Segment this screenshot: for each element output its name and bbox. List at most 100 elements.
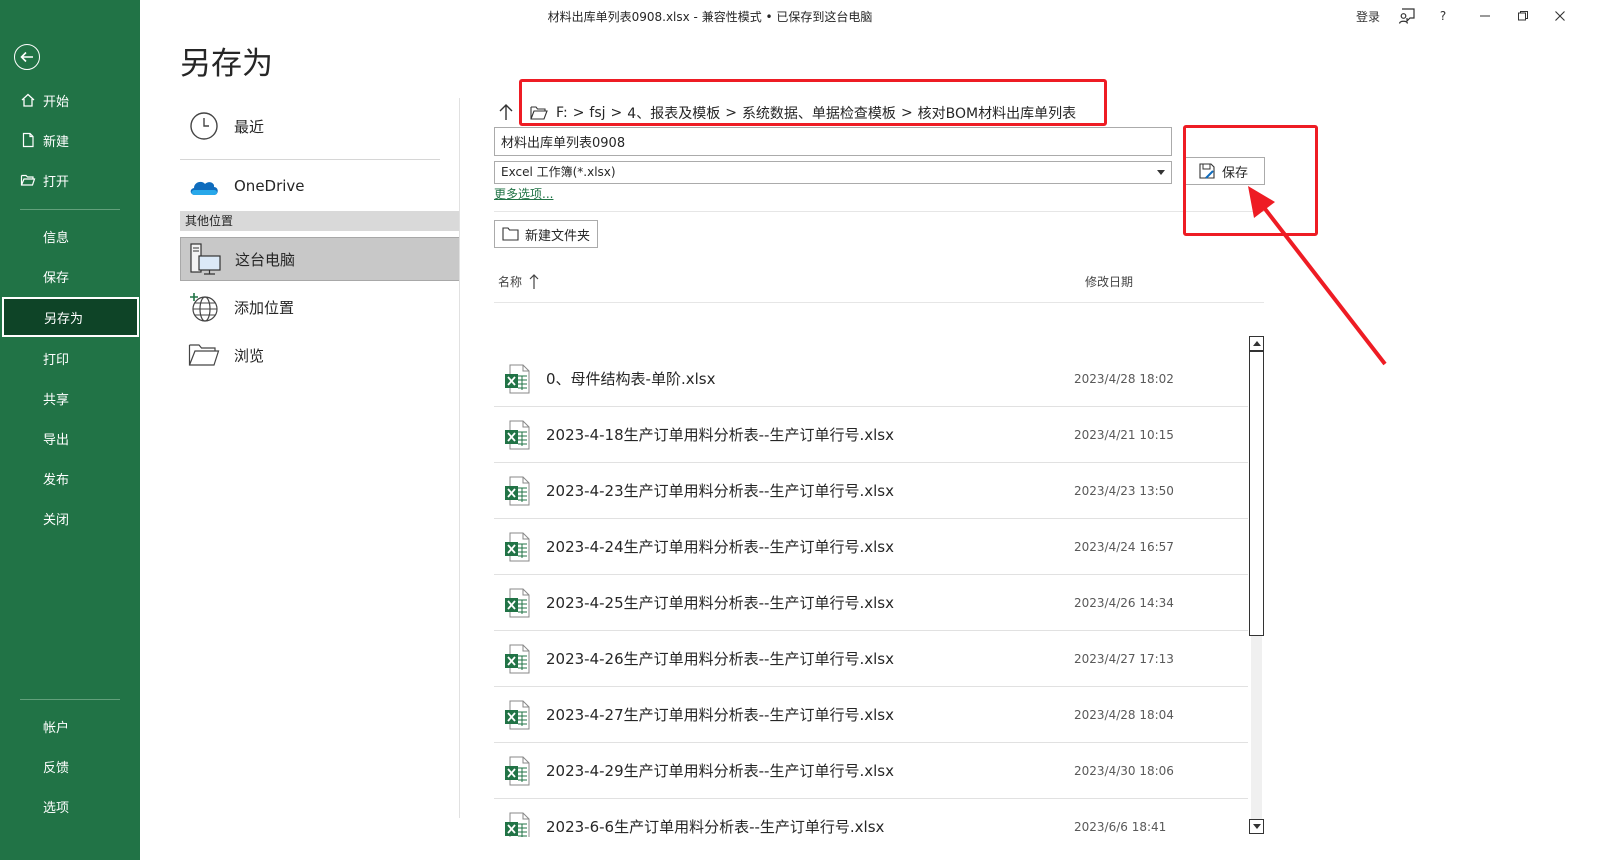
title-bar: 材料出库单列表0908.xlsx - 兼容性模式 • 已保存到这台电脑 登录 ?	[140, 0, 1600, 32]
back-arrow-icon	[20, 51, 33, 63]
nav-item-label: 共享	[43, 392, 70, 408]
cloud-icon	[186, 168, 222, 204]
location-recent[interactable]: 最近	[180, 104, 460, 148]
excel-file-icon	[504, 588, 530, 618]
annotation-box-path	[519, 79, 1107, 126]
file-name: 2023-4-27生产订单用料分析表--生产订单行号.xlsx	[546, 706, 894, 724]
nav-item-label: 开始	[43, 94, 70, 110]
scroll-down-button[interactable]	[1249, 819, 1264, 834]
location-label: 这台电脑	[235, 250, 296, 269]
feedback-button[interactable]	[1394, 6, 1420, 26]
file-date: 2023/4/26 14:34	[1074, 595, 1174, 610]
minimize-button[interactable]	[1475, 6, 1495, 26]
nav-separator	[20, 209, 120, 210]
excel-file-icon	[504, 420, 530, 450]
excel-file-icon	[504, 364, 530, 394]
column-header-name[interactable]: 名称	[498, 273, 539, 290]
filetype-select[interactable]: Excel 工作簿(*.xlsx)	[494, 161, 1172, 184]
excel-file-icon	[504, 812, 530, 837]
annotation-arrow	[1248, 186, 1387, 366]
nav-item-print[interactable]: 打印	[0, 338, 140, 378]
file-date: 2023/4/28 18:02	[1074, 371, 1174, 386]
scroll-thumb[interactable]	[1249, 351, 1264, 636]
nav-item-info[interactable]: 信息	[0, 216, 140, 256]
page-title: 另存为	[180, 46, 273, 82]
new-document-icon	[22, 132, 34, 148]
file-row[interactable]: 2023-4-24生产订单用料分析表--生产订单行号.xlsx 2023/4/24…	[494, 519, 1248, 575]
file-name: 2023-6-6生产订单用料分析表--生产订单行号.xlsx	[546, 818, 885, 836]
file-row[interactable]: 2023-4-27生产订单用料分析表--生产订单行号.xlsx 2023/4/28…	[494, 687, 1248, 743]
nav-item-new[interactable]: 新建	[0, 120, 140, 160]
file-name: 2023-4-26生产订单用料分析表--生产订单行号.xlsx	[546, 650, 894, 668]
file-row[interactable]: 2023-4-25生产订单用料分析表--生产订单行号.xlsx 2023/4/26…	[494, 575, 1248, 631]
new-folder-icon	[502, 227, 519, 241]
location-label: 浏览	[234, 346, 265, 365]
nav-item-export[interactable]: 导出	[0, 418, 140, 458]
file-row[interactable]: 2023-4-29生产订单用料分析表--生产订单行号.xlsx 2023/4/30…	[494, 743, 1248, 799]
file-name: 0、母件结构表-单阶.xlsx	[546, 370, 716, 388]
nav-item-label: 信息	[43, 230, 70, 246]
excel-file-icon	[504, 532, 530, 562]
folder-open-icon	[20, 174, 36, 186]
location-browse[interactable]: 浏览	[180, 333, 460, 377]
file-date: 2023/4/23 13:50	[1074, 483, 1174, 498]
file-row[interactable]: 2023-6-6生产订单用料分析表--生产订单行号.xlsx 2023/6/6 1…	[494, 799, 1248, 837]
nav-item-feedback[interactable]: 反馈	[0, 746, 140, 786]
close-window-button[interactable]	[1550, 6, 1570, 26]
globe-add-icon	[186, 289, 222, 325]
nav-item-close[interactable]: 关闭	[0, 498, 140, 538]
column-header-date[interactable]: 修改日期	[1085, 273, 1133, 290]
file-row[interactable]: 2023-4-26生产订单用料分析表--生产订单行号.xlsx 2023/4/27…	[494, 631, 1248, 687]
file-row[interactable]: 2023-4-23生产订单用料分析表--生产订单行号.xlsx 2023/4/23…	[494, 463, 1248, 519]
scrollbar[interactable]	[1249, 336, 1264, 836]
new-folder-button[interactable]: 新建文件夹	[494, 220, 598, 248]
close-icon	[1555, 11, 1565, 21]
nav-item-account[interactable]: 帐户	[0, 706, 140, 746]
excel-file-icon	[504, 476, 530, 506]
location-label: 添加位置	[234, 298, 295, 317]
nav-item-options[interactable]: 选项	[0, 786, 140, 826]
file-name: 2023-4-25生产订单用料分析表--生产订单行号.xlsx	[546, 594, 894, 612]
file-row[interactable]: 2023-4-18生产订单用料分析表--生产订单行号.xlsx 2023/4/21…	[494, 407, 1248, 463]
file-list: 0、母件结构表-单阶.xlsx 2023/4/28 18:02 2023-4-18生…	[494, 351, 1248, 837]
help-button[interactable]: ?	[1433, 6, 1453, 26]
file-date: 2023/4/24 16:57	[1074, 539, 1174, 554]
nav-item-home[interactable]: 开始	[0, 80, 140, 120]
location-separator	[180, 159, 440, 160]
file-date: 2023/4/30 18:06	[1074, 763, 1174, 778]
excel-file-icon	[504, 756, 530, 786]
more-options-link[interactable]: 更多选项...	[494, 185, 553, 202]
other-locations-header: 其他位置	[180, 211, 460, 231]
nav-item-share[interactable]: 共享	[0, 378, 140, 418]
pane-divider	[459, 98, 460, 818]
location-onedrive[interactable]: OneDrive	[180, 164, 460, 208]
nav-item-open[interactable]: 打开	[0, 160, 140, 200]
feedback-person-icon	[1398, 8, 1415, 24]
back-button[interactable]	[14, 44, 40, 70]
chevron-down-icon	[1157, 170, 1165, 175]
folder-icon	[186, 337, 222, 373]
file-date: 2023/4/21 10:15	[1074, 427, 1174, 442]
nav-item-save[interactable]: 保存	[0, 256, 140, 296]
file-row[interactable]: 0、母件结构表-单阶.xlsx 2023/4/28 18:02	[494, 351, 1248, 407]
signin-button[interactable]: 登录	[1350, 6, 1386, 26]
nav-item-publish[interactable]: 发布	[0, 458, 140, 498]
nav-item-label: 新建	[43, 134, 70, 150]
up-folder-icon[interactable]	[496, 102, 516, 122]
restore-button[interactable]	[1513, 6, 1533, 26]
filename-input[interactable]	[494, 127, 1172, 156]
excel-file-icon	[504, 700, 530, 730]
column-header-label: 名称	[498, 275, 523, 289]
nav-item-label: 保存	[43, 270, 70, 286]
separator	[494, 211, 1264, 212]
scroll-track[interactable]	[1251, 636, 1262, 819]
location-add-place[interactable]: 添加位置	[180, 285, 460, 329]
filetype-value: Excel 工作簿(*.xlsx)	[501, 165, 616, 179]
location-this-pc[interactable]: 这台电脑	[180, 237, 460, 281]
scroll-up-button[interactable]	[1249, 336, 1264, 351]
file-name: 2023-4-24生产订单用料分析表--生产订单行号.xlsx	[546, 538, 894, 556]
nav-item-save-as[interactable]: 另存为	[2, 297, 139, 337]
file-date: 2023/4/28 18:04	[1074, 707, 1174, 722]
separator	[494, 302, 1264, 303]
file-name: 2023-4-23生产订单用料分析表--生产订单行号.xlsx	[546, 482, 894, 500]
